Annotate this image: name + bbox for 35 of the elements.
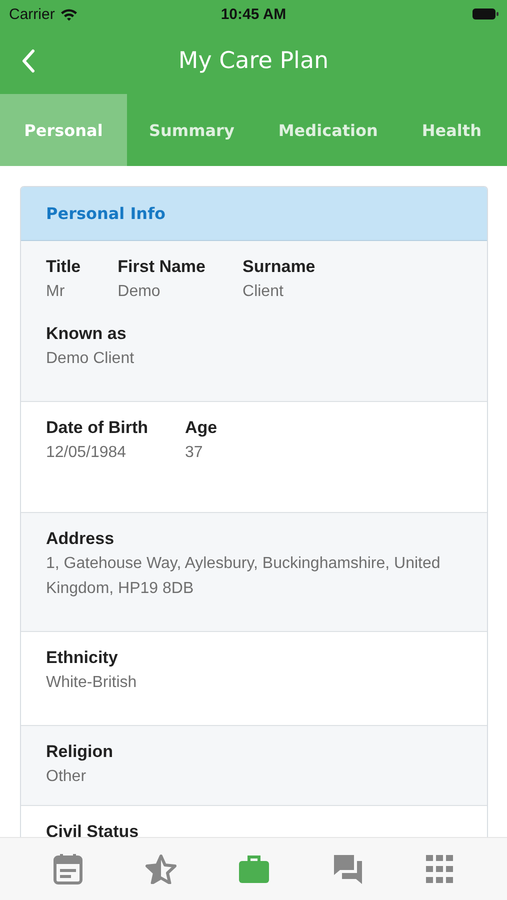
field-label: Ethnicity — [46, 648, 119, 668]
field-value: Mr — [46, 282, 66, 302]
field-value: White-British — [46, 673, 137, 693]
field-label: Age — [185, 418, 218, 438]
field-value: Other — [46, 767, 88, 787]
field-value: 1, Gatehouse Way, Aylesbury, Buckinghamshire, United Kingdom, HP19 8DB — [46, 554, 442, 599]
briefcase-icon[interactable] — [238, 854, 270, 884]
chat-icon[interactable] — [332, 853, 364, 885]
calendar-icon[interactable] — [52, 853, 83, 885]
field-label: Known as — [46, 324, 128, 344]
carrier-name: Carrier — [9, 6, 55, 22]
field-value: Demo Client — [46, 349, 134, 369]
tab[interactable]: Health — [400, 94, 504, 166]
field-value: Client — [242, 282, 284, 302]
screen-title: My Care Plan — [178, 48, 329, 74]
field-label: Surname — [242, 257, 316, 277]
tab[interactable]: Medication — [256, 94, 400, 166]
back-icon[interactable] — [21, 49, 35, 73]
field-value: 37 — [185, 443, 204, 463]
field-value: Demo — [118, 282, 162, 302]
grid-icon[interactable] — [426, 855, 454, 883]
star-icon[interactable] — [144, 854, 177, 884]
tab[interactable]: Summary — [127, 94, 256, 166]
status-time: 10:45 AM — [220, 6, 288, 22]
wifi-icon — [60, 8, 78, 20]
field-label: Date of Birth — [46, 418, 148, 438]
field-label: Address — [46, 529, 116, 549]
field-value: 12/05/1984 — [46, 443, 128, 463]
field-label: First Name — [118, 257, 206, 277]
field-label: Religion — [46, 742, 114, 762]
field-label: Title — [46, 257, 81, 277]
tab[interactable]: Personal — [0, 94, 127, 166]
card-title: Personal Info — [46, 204, 166, 223]
battery-icon — [472, 8, 499, 20]
field-label: Civil Status — [46, 822, 139, 837]
